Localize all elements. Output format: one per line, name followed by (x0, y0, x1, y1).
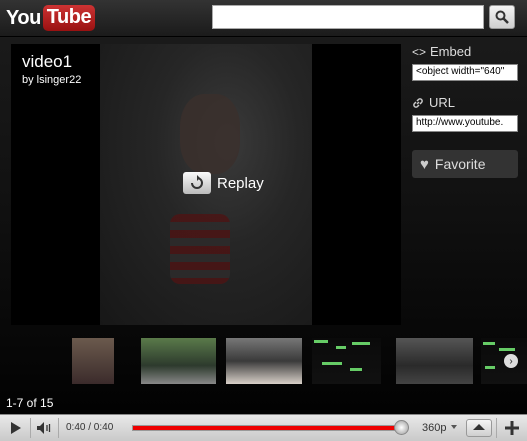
replay-label: Replay (217, 174, 264, 192)
separator (496, 418, 497, 438)
progress-handle[interactable] (394, 420, 409, 435)
fullscreen-button[interactable] (502, 419, 522, 437)
url-heading: URL (412, 95, 455, 110)
heart-icon: ♥ (420, 155, 429, 173)
related-counter: 1-7 of 15 (6, 396, 54, 410)
youtube-logo[interactable]: You Tube (6, 5, 96, 31)
related-thumbnail-4[interactable] (312, 338, 381, 384)
related-thumbnail-3[interactable] (226, 338, 302, 384)
youtube-player-app: You Tube video1 by lsinger22 Replay <> E… (0, 0, 527, 441)
play-button[interactable] (6, 419, 26, 437)
code-icon: <> (412, 44, 427, 59)
progress-fill (133, 426, 401, 430)
related-thumbnail-1[interactable] (72, 338, 114, 384)
quality-arrow-icon (450, 422, 458, 432)
search-icon (495, 10, 509, 24)
video-subject (180, 94, 240, 174)
next-arrow-icon[interactable]: › (504, 354, 518, 368)
replay-button[interactable]: Replay (183, 172, 264, 194)
embed-heading: <> Embed (412, 44, 471, 59)
plus-icon (505, 421, 519, 435)
embed-code-field[interactable]: <object width="640" (412, 64, 518, 81)
url-field[interactable]: http://www.youtube. (412, 115, 518, 132)
separator (58, 418, 59, 438)
quality-selector[interactable]: 360p (422, 422, 446, 434)
top-bar: You Tube (0, 0, 527, 37)
speaker-icon (37, 422, 51, 434)
time-display: 0:40 / 0:40 (66, 422, 114, 433)
embed-label: Embed (430, 44, 472, 59)
separator (30, 418, 31, 438)
related-thumbnail-2[interactable] (141, 338, 216, 384)
search-button[interactable] (489, 5, 515, 29)
video-title[interactable]: video1 (22, 52, 72, 72)
url-label: URL (429, 95, 456, 110)
eject-button[interactable] (466, 419, 492, 437)
link-icon (413, 97, 423, 108)
play-icon (11, 422, 21, 434)
favorite-label: Favorite (434, 156, 486, 172)
favorite-button[interactable]: ♥ Favorite (412, 150, 518, 178)
volume-button[interactable] (34, 419, 54, 437)
control-bar: 0:40 / 0:40 360p (0, 414, 527, 441)
video-subject-shirt (170, 214, 230, 284)
logo-you-text: You (6, 6, 41, 29)
related-thumbnail-5[interactable] (396, 338, 473, 384)
replay-icon (183, 172, 211, 194)
logo-tube-text: Tube (42, 5, 96, 31)
eject-icon (473, 424, 485, 430)
search-input[interactable] (212, 5, 484, 29)
video-author[interactable]: by lsinger22 (22, 74, 81, 86)
